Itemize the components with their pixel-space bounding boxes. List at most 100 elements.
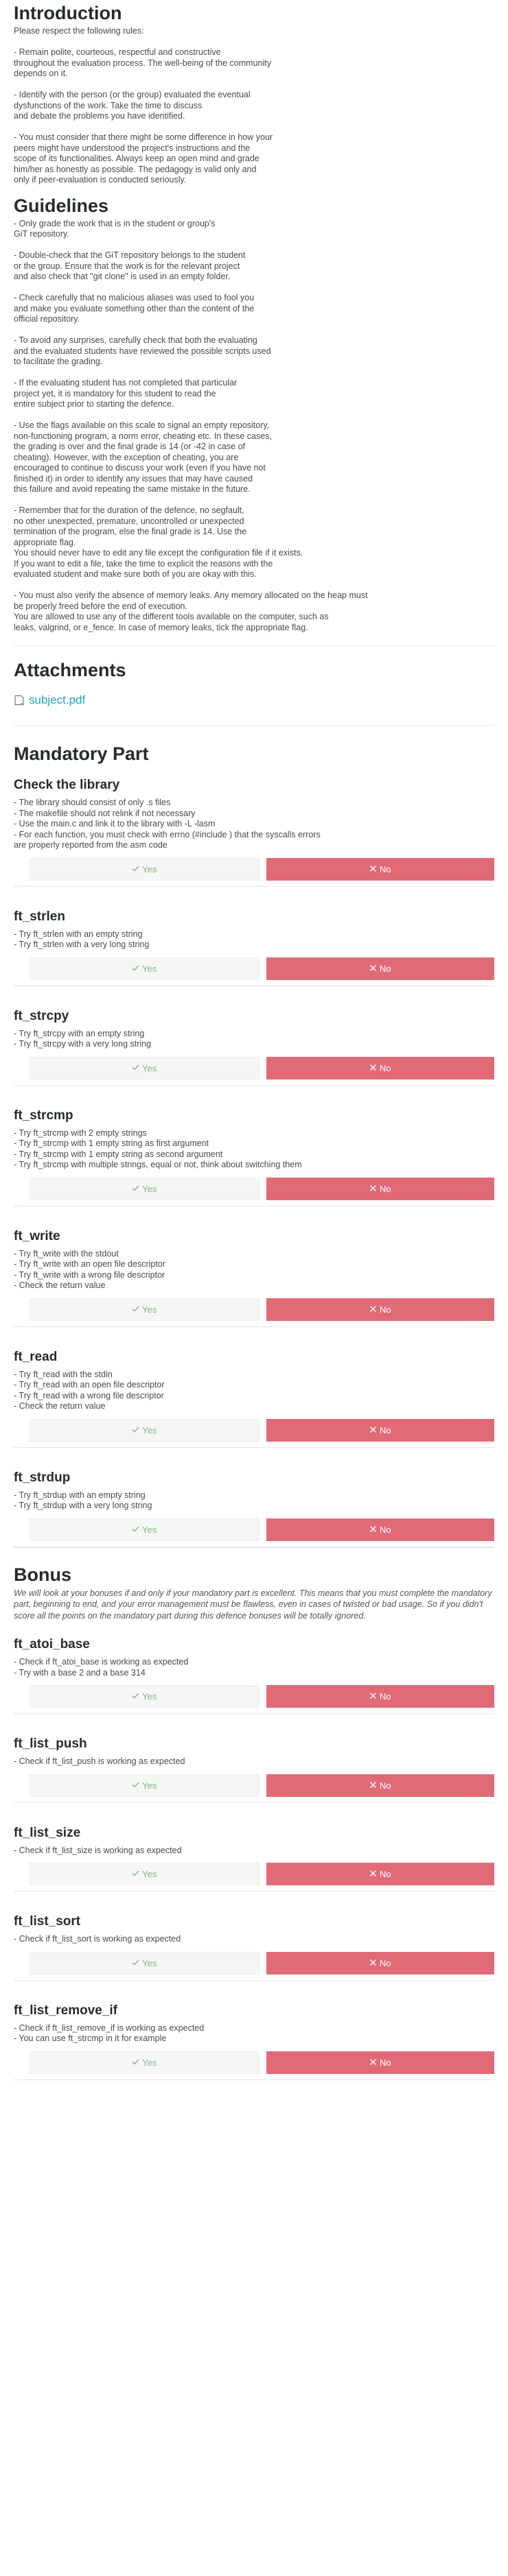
section-ft-strcpy: ft_strcpy - Try ft_strcpy with an empty s… [14,986,494,1086]
yes-label: Yes [142,1304,157,1315]
no-label: No [379,1691,391,1702]
no-label: No [379,1869,391,1879]
evaluation-page: Introduction Please respect the followin… [0,0,508,2080]
no-button[interactable]: No [266,1298,494,1321]
introduction-section: Introduction Please respect the followin… [14,0,494,186]
no-button[interactable]: No [266,1774,494,1797]
yes-button[interactable]: Yes [30,1863,259,1885]
grading-buttons: Yes No [30,957,494,980]
introduction-text: Please respect the following rules: - Re… [14,26,273,184]
yes-button[interactable]: Yes [30,1298,259,1321]
no-button[interactable]: No [266,1418,494,1442]
yes-button[interactable]: Yes [30,957,259,980]
no-button[interactable]: No [266,1685,494,1708]
bonus-title: Bonus [14,1564,71,1585]
no-label: No [379,1524,391,1535]
section-ft-read: ft_read - Try ft_read with the stdin - Tr… [14,1327,494,1448]
cross-icon [369,1869,377,1879]
no-button[interactable]: No [266,1951,494,1975]
item-description: - Try ft_strcmp with 2 empty strings - T… [14,1128,302,1170]
no-button[interactable]: No [266,1518,494,1541]
item-title: ft_list_push [14,1737,87,1751]
item-title: ft_strlen [14,909,65,924]
cross-icon [369,1184,377,1194]
cross-icon [369,1691,377,1702]
item-title: ft_read [14,1349,58,1364]
yes-button[interactable]: Yes [30,857,259,881]
yes-button[interactable]: Yes [30,2051,259,2074]
no-button[interactable]: No [266,1056,494,1080]
check-icon [132,1525,139,1535]
item-title: ft_strdup [14,1470,71,1485]
yes-button[interactable]: Yes [30,1418,259,1442]
no-button[interactable]: No [266,957,494,980]
item-title: ft_strcpy [14,1008,69,1023]
yes-button[interactable]: Yes [30,1177,259,1200]
attachments-section: Attachments subject.pdf [14,661,494,707]
no-label: No [379,1780,391,1791]
no-button[interactable]: No [266,2051,494,2074]
no-label: No [379,1062,391,1073]
section-ft-list-size: ft_list_size - Check if ft_list_size is w… [14,1803,494,1892]
item-title: ft_list_size [14,1825,81,1840]
yes-button[interactable]: Yes [30,1774,259,1797]
cross-icon [369,1425,377,1435]
no-button[interactable]: No [266,857,494,881]
no-button[interactable]: No [266,1177,494,1200]
cross-icon [369,864,377,874]
grading-buttons: Yes No [30,857,494,881]
item-description: - Try ft_read with the stdin - Try ft_re… [14,1369,165,1411]
no-label: No [379,963,391,974]
item-title: ft_list_sort [14,1914,81,1929]
yes-label: Yes [142,1691,157,1702]
grading-buttons: Yes No [30,1863,494,1885]
no-button[interactable]: No [266,1863,494,1885]
divider [14,725,494,726]
document-icon [14,695,25,706]
no-label: No [379,2057,391,2068]
grading-buttons: Yes No [30,1418,494,1442]
yes-label: Yes [142,1957,157,1968]
section-ft-write: ft_write - Try ft_write with the stdout -… [14,1206,494,1327]
item-description: - Check if ft_atoi_base is working as ex… [14,1657,189,1678]
subject-pdf-link[interactable]: subject.pdf [29,693,85,707]
section-ft-atoi-base: ft_atoi_base - Check if ft_atoi_base is w… [14,1621,494,1714]
item-description: - Try ft_strcpy with an empty string - T… [14,1028,152,1049]
cross-icon [369,1304,377,1315]
yes-button[interactable]: Yes [30,1951,259,1975]
item-description: - Check if ft_list_size is working as ex… [14,1845,182,1855]
yes-label: Yes [142,1183,157,1194]
introduction-title: Introduction [14,3,122,23]
item-title: ft_list_remove_if [14,2003,118,2018]
grading-buttons: Yes No [30,1298,494,1321]
yes-button[interactable]: Yes [30,1056,259,1080]
yes-button[interactable]: Yes [30,1685,259,1708]
yes-label: Yes [142,1524,157,1535]
guidelines-section: Guidelines - Only grade the work that is… [14,196,494,634]
item-description: - Try ft_strlen with an empty string - T… [14,929,150,950]
guidelines-text: - Only grade the work that is in the stu… [14,218,368,632]
yes-label: Yes [142,1062,157,1073]
item-title: ft_strcmp [14,1108,73,1123]
check-icon [132,1425,139,1435]
yes-button[interactable]: Yes [30,1518,259,1541]
item-title: ft_atoi_base [14,1637,90,1651]
bonus-items: ft_atoi_base - Check if ft_atoi_base is w… [14,1621,494,2080]
no-label: No [379,1304,391,1315]
section-ft-strcmp: ft_strcmp - Try ft_strcmp with 2 empty st… [14,1086,494,1206]
item-description: - Check if ft_list_remove_if is working … [14,2023,205,2044]
grading-buttons: Yes No [30,1685,494,1708]
divider [14,645,494,646]
yes-label: Yes [142,1869,157,1879]
yes-label: Yes [142,1780,157,1791]
section-ft-list-remove-if: ft_list_remove_if - Check if ft_list_remo… [14,1981,494,2080]
item-description: - The library should consist of only .s … [14,798,321,850]
item-description: - Check if ft_list_push is working as ex… [14,1756,185,1766]
attachment-item[interactable]: subject.pdf [14,693,494,707]
cross-icon [369,964,377,974]
check-icon [132,964,139,974]
check-icon [132,1869,139,1879]
divider [14,1547,494,1548]
check-icon [132,864,139,874]
section-ft-list-sort: ft_list_sort - Check if ft_list_sort is w… [14,1892,494,1981]
